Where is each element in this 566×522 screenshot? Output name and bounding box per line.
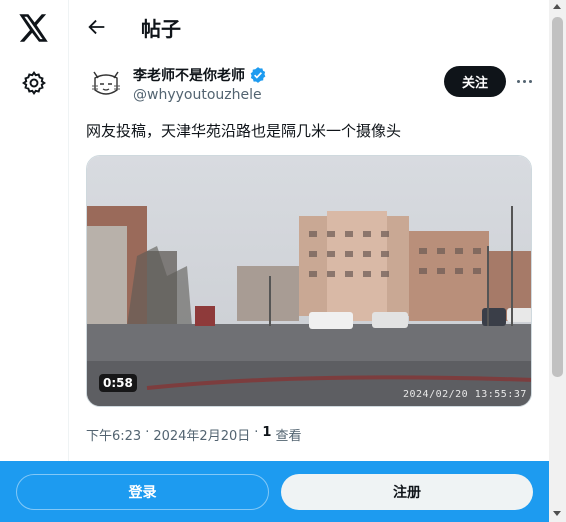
video-player[interactable]: 0:58 2024/02/20 13:55:37 [86, 155, 532, 407]
login-button[interactable]: 登录 [16, 474, 269, 510]
post-meta: 下午6:23 · 2024年2月20日 · 1 查看 [86, 425, 301, 444]
main-column: 帖子 李老师不是你老师 @whyyoutouzhele 关注 网友投稿，天津华苑… [69, 0, 549, 522]
video-duration: 0:58 [99, 374, 137, 392]
back-arrow-icon[interactable] [86, 16, 108, 38]
views-count: 1 [262, 425, 272, 440]
author-row: 李老师不是你老师 [133, 65, 267, 85]
settings-gear-icon[interactable] [21, 70, 47, 96]
post-text: 网友投稿，天津华苑沿路也是隔几米一个摄像头 [86, 122, 402, 140]
author-handle[interactable]: @whyyoutouzhele [133, 87, 262, 103]
verified-badge-icon [249, 66, 267, 84]
avatar[interactable] [86, 62, 126, 102]
follow-button[interactable]: 关注 [444, 66, 506, 97]
author-name[interactable]: 李老师不是你老师 [133, 65, 245, 85]
meta-separator: · [254, 425, 259, 440]
signup-button[interactable]: 注册 [281, 474, 533, 510]
scroll-down-arrow-icon[interactable] [553, 511, 561, 516]
page-title: 帖子 [141, 17, 181, 41]
left-rail [0, 0, 69, 522]
views-label: 查看 [275, 429, 302, 444]
scrollbar[interactable] [549, 0, 566, 522]
meta-separator: · [145, 425, 150, 440]
x-logo-icon[interactable] [19, 14, 49, 42]
more-options-icon[interactable] [513, 70, 535, 92]
bottom-signup-bar: 登录 注册 [0, 461, 549, 522]
post-date[interactable]: 2024年2月20日 [153, 425, 250, 444]
scroll-thumb[interactable] [552, 17, 563, 377]
video-timestamp: 2024/02/20 13:55:37 [403, 389, 527, 400]
page-header: 帖子 [69, 0, 549, 54]
scroll-up-arrow-icon[interactable] [553, 4, 561, 9]
post-time[interactable]: 下午6:23 [86, 425, 141, 444]
